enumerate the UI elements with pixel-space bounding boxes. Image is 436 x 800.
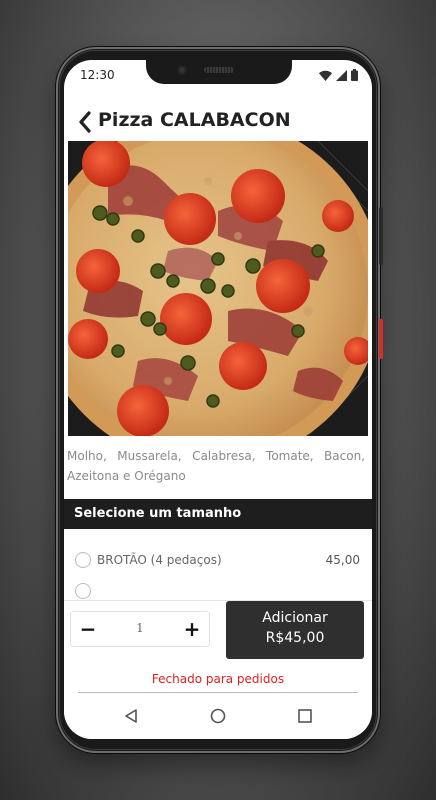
nav-recents-button[interactable] [294, 705, 316, 727]
nav-back-button[interactable] [120, 705, 142, 727]
product-description: Molho, Mussarela, Calabresa, Tomate, Bac… [67, 449, 365, 483]
add-to-cart-button[interactable]: Adicionar R$45,00 [226, 601, 364, 659]
phone-frame: 12:30 Pizza CALABACON Molho, Mussarela, … [56, 47, 383, 753]
size-section-title: Selecione um tamanho [74, 506, 242, 521]
add-button-price: R$45,00 [265, 630, 325, 646]
wifi-icon [319, 70, 332, 81]
power-button [379, 319, 383, 359]
size-option-price: 45,00 [325, 553, 360, 567]
volume-button [379, 207, 383, 265]
app-header: Pizza CALABACON [64, 102, 372, 142]
radio-button[interactable] [75, 583, 91, 599]
triangle-back-icon [125, 709, 137, 723]
system-navbar [64, 693, 372, 739]
quantity-stepper: − 1 + [70, 611, 210, 647]
closed-notice: Fechado para pedidos [151, 672, 285, 686]
battery-icon [351, 69, 358, 81]
page-title: Pizza CALABACON [98, 109, 291, 131]
notch [146, 60, 292, 84]
pizza-image [68, 141, 368, 436]
size-option[interactable]: BROTÃO (4 pedaços) 45,00 [64, 547, 372, 577]
increase-quantity-button[interactable]: + [175, 612, 209, 646]
square-recents-icon [298, 709, 312, 723]
order-panel: − 1 + Adicionar R$45,00 Fechado para ped… [64, 600, 372, 691]
front-camera [177, 65, 187, 75]
chevron-left-icon [79, 111, 91, 133]
size-option-label: BROTÃO (4 pedaços) [97, 553, 222, 567]
product-image [68, 141, 368, 436]
back-button[interactable] [74, 108, 96, 136]
status-time: 12:30 [80, 68, 115, 82]
signal-icon [336, 69, 347, 81]
decrease-quantity-button[interactable]: − [71, 612, 105, 646]
status-icons [319, 69, 358, 81]
add-button-label: Adicionar [262, 610, 328, 626]
size-section-header: Selecione um tamanho [64, 499, 372, 529]
quantity-value[interactable]: 1 [105, 621, 175, 635]
screen: 12:30 Pizza CALABACON Molho, Mussarela, … [64, 60, 372, 739]
earpiece-speaker [204, 67, 234, 73]
circle-home-icon [210, 708, 226, 724]
radio-button[interactable] [75, 552, 91, 568]
nav-home-button[interactable] [207, 705, 229, 727]
